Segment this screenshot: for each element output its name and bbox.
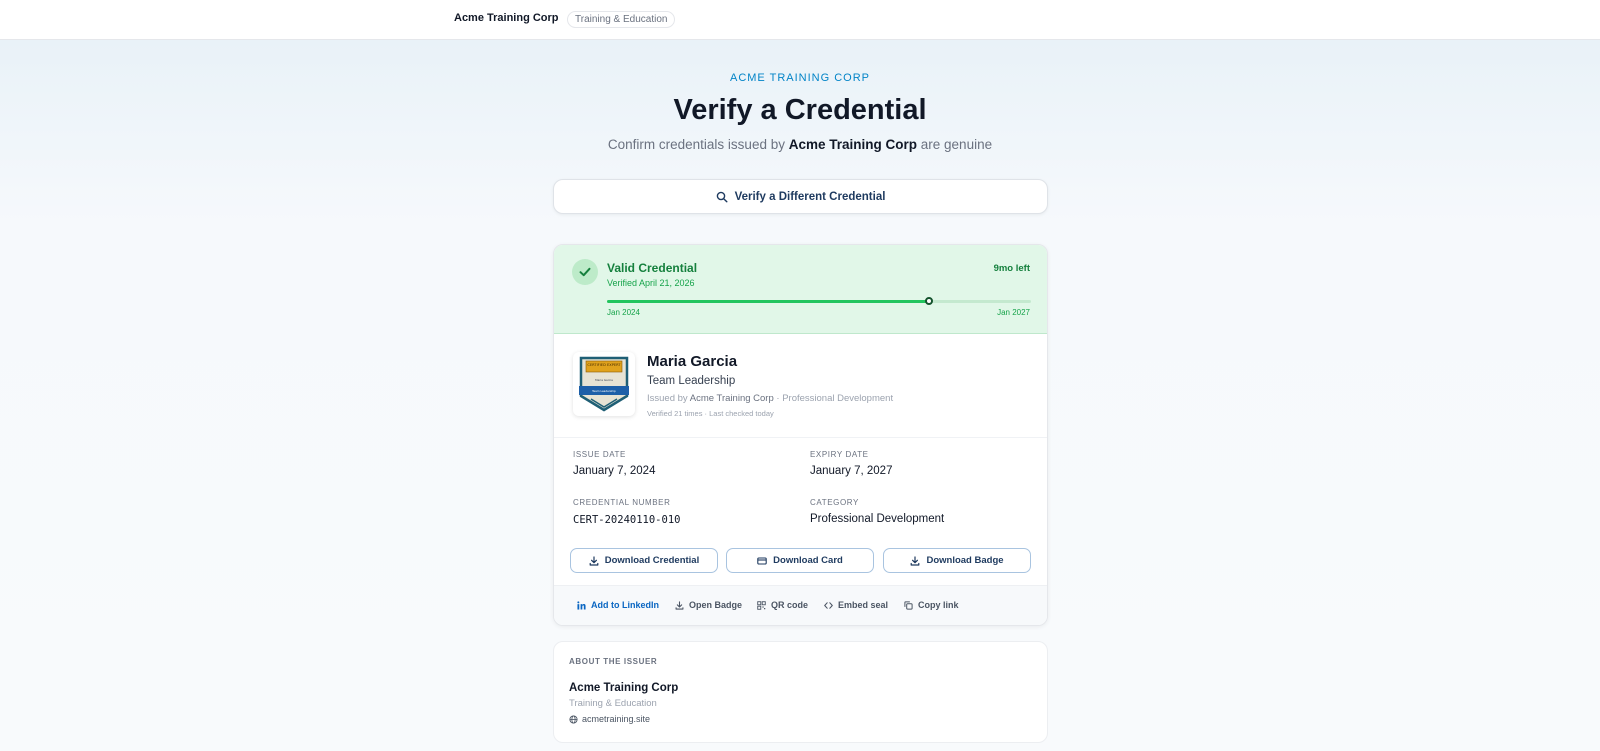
status-title: Valid Credential (607, 261, 698, 275)
card-icon (757, 556, 767, 565)
verify-different-label: Verify a Different Credential (734, 190, 886, 203)
validity-progress-marker (925, 297, 934, 305)
verification-stats: Verified 21 times · Last checked today (647, 409, 774, 418)
page-title: Verify a Credential (673, 94, 927, 126)
issuer-website-label: acmetraining.site (582, 714, 651, 724)
embed-seal-label: Embed seal (838, 600, 889, 610)
subtitle-prefix: Confirm credentials issued by (607, 137, 785, 152)
share-links: Add to LinkedIn Open Badge QR code Embed… (554, 585, 1047, 625)
open-badge-label: Open Badge (689, 600, 743, 610)
check-icon (572, 259, 598, 285)
globe-icon (569, 714, 578, 724)
status-banner: Valid Credential Verified April 21, 2026… (554, 245, 1047, 334)
issuer-card: ABOUT THE ISSUER Acme Training Corp Trai… (553, 641, 1048, 743)
top-bar: Acme Training Corp Training & Education (0, 0, 1600, 40)
credential-number-label: CREDENTIAL NUMBER (573, 498, 671, 507)
issuer-category: Training & Education (569, 698, 657, 709)
badge-name-text: Maria Garcia (595, 378, 613, 382)
issuer-name: Acme Training Corp (569, 682, 679, 694)
download-icon (911, 555, 920, 566)
verify-different-button[interactable]: Verify a Different Credential (553, 179, 1048, 214)
copy-link-label: Copy link (918, 600, 959, 610)
holder-section: CERTIFIED EXPERT Maria Garcia Team Leade… (554, 334, 1047, 438)
badge-ribbon-text: Team Leadership (591, 389, 616, 393)
download-credential-label: Download Credential (604, 555, 700, 566)
copy-icon (904, 600, 913, 610)
add-to-linkedin-link[interactable]: Add to LinkedIn (577, 600, 659, 610)
linkedin-icon (577, 600, 586, 610)
issued-by-suffix: · Professional Development (776, 393, 894, 404)
issuer-website[interactable]: acmetraining.site (569, 714, 650, 724)
download-actions: Download Credential Download Card Downlo… (554, 541, 1047, 585)
download-icon (589, 555, 599, 566)
add-to-linkedin-label: Add to LinkedIn (591, 600, 659, 610)
validity-end-label: Jan 2027 (997, 308, 1030, 317)
status-verified-date: Verified April 21, 2026 (607, 278, 695, 288)
issue-date-label: ISSUE DATE (573, 450, 626, 459)
issued-by: Issued by Acme Training Corp · Professio… (647, 393, 893, 404)
time-left: 9mo left (993, 263, 1030, 274)
issued-by-prefix: Issued by (647, 393, 688, 404)
issue-date-value: January 7, 2024 (573, 465, 656, 477)
search-icon (716, 191, 728, 203)
embed-seal-link[interactable]: Embed seal (824, 600, 888, 610)
holder-name: Maria Garcia (647, 353, 738, 370)
download-credential-button[interactable]: Download Credential (570, 548, 718, 573)
copy-link-link[interactable]: Copy link (904, 600, 959, 610)
brand-name[interactable]: Acme Training Corp (454, 12, 559, 24)
category-label: CATEGORY (810, 498, 859, 507)
qr-code-label: QR code (771, 600, 809, 610)
expiry-date-value: January 7, 2027 (810, 465, 893, 477)
download-card-button[interactable]: Download Card (726, 548, 874, 573)
page-subtitle: Confirm credentials issued by Acme Train… (0, 137, 1600, 152)
validity-start-label: Jan 2024 (607, 308, 640, 317)
course-name: Team Leadership (647, 375, 736, 387)
issuer-section-label: ABOUT THE ISSUER (569, 657, 658, 666)
download-card-label: Download Card (773, 555, 843, 566)
subtitle-org: Acme Training Corp (788, 137, 918, 152)
badge-image[interactable]: CERTIFIED EXPERT Maria Garcia Team Leade… (573, 352, 635, 416)
expiry-date-label: EXPIRY DATE (810, 450, 869, 459)
credential-number-value: CERT-20240110-010 (573, 514, 681, 526)
badge-top-text: CERTIFIED EXPERT (587, 363, 621, 367)
code-icon (824, 601, 833, 609)
credential-card: Valid Credential Verified April 21, 2026… (553, 244, 1048, 626)
open-badge-link[interactable]: Open Badge (675, 600, 742, 610)
qr-code-link[interactable]: QR code (757, 600, 808, 610)
download-badge-button[interactable]: Download Badge (883, 548, 1031, 573)
qr-code-icon (757, 600, 766, 610)
issued-by-org: Acme Training Corp (689, 393, 774, 404)
category-value: Professional Development (810, 513, 945, 525)
download-icon (675, 600, 684, 610)
validity-progress-fill (607, 300, 930, 303)
validity-progress (607, 297, 1031, 305)
download-badge-label: Download Badge (926, 555, 1004, 566)
brand-category-pill: Training & Education (567, 11, 676, 28)
subtitle-suffix: are genuine (920, 137, 993, 152)
hero-eyebrow: ACME TRAINING CORP (729, 72, 871, 84)
